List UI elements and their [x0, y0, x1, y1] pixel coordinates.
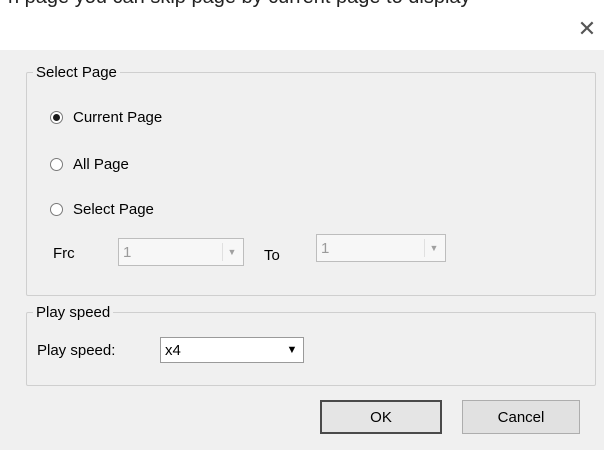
radio-label: All Page	[73, 156, 129, 173]
select-page-group: Select Page	[26, 64, 596, 296]
to-page-value: 1	[321, 239, 330, 257]
chevron-down-icon: ▼	[424, 239, 443, 257]
radio-button[interactable]	[50, 158, 63, 171]
dialog-titlebar: n page you can skip page by current page…	[0, 0, 604, 50]
from-page-value: 1	[123, 243, 132, 261]
radio-button[interactable]	[50, 203, 63, 216]
from-label: Frc	[53, 245, 75, 262]
cancel-button[interactable]: Cancel	[462, 400, 580, 434]
play-speed-select[interactable]: x4 ▼	[160, 337, 304, 363]
ok-button[interactable]: OK	[320, 400, 442, 434]
close-icon[interactable]: ✕	[576, 18, 598, 40]
radio-label: Current Page	[73, 109, 163, 126]
radio-label: Select Page	[73, 201, 154, 218]
from-page-select[interactable]: 1 ▼	[118, 238, 244, 266]
select-page-legend: Select Page	[36, 64, 117, 81]
radio-select-page[interactable]: Select Page	[50, 201, 154, 218]
partial-caption-text: n page you can skip page by current page…	[8, 0, 598, 9]
chevron-down-icon: ▼	[286, 344, 298, 356]
radio-current-page[interactable]: Current Page	[50, 109, 162, 126]
play-speed-legend: Play speed	[36, 304, 111, 321]
to-page-select[interactable]: 1 ▼	[316, 234, 446, 262]
chevron-down-icon: ▼	[222, 243, 241, 261]
play-speed-value: x4	[165, 341, 181, 359]
radio-button[interactable]	[50, 111, 63, 124]
to-label: To	[264, 247, 280, 264]
radio-all-page[interactable]: All Page	[50, 156, 129, 173]
play-speed-label: Play speed:	[37, 342, 116, 359]
